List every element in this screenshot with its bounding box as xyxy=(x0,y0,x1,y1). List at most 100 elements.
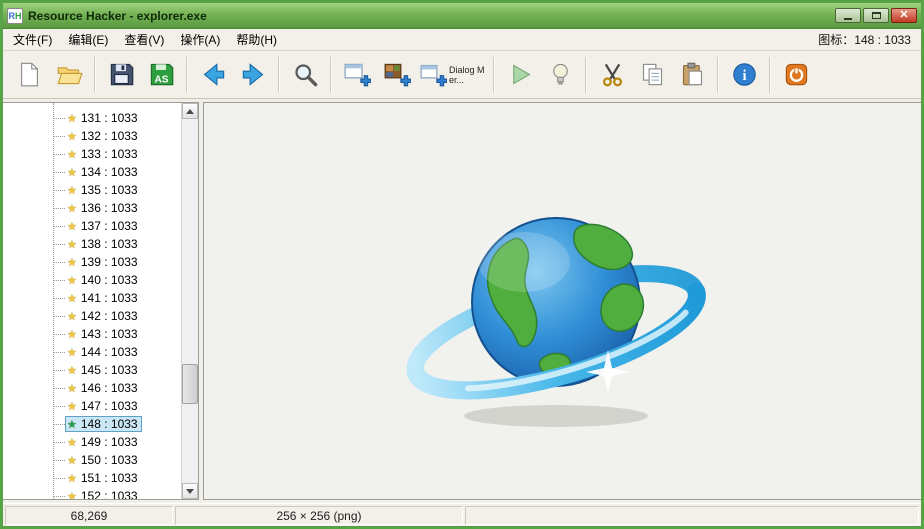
add-dialog-button[interactable] xyxy=(337,54,377,96)
paste-icon xyxy=(679,61,706,88)
save-as-icon: AS xyxy=(148,61,175,88)
toolbar-separator xyxy=(493,57,495,93)
close-icon: ✕ xyxy=(899,10,908,21)
paste-button[interactable] xyxy=(672,54,712,96)
open-file-button[interactable] xyxy=(49,54,89,96)
tree-item[interactable]: ★139 : 1033 xyxy=(3,253,181,271)
menu-item[interactable]: 编辑(E) xyxy=(60,28,116,51)
tree-connector xyxy=(53,298,65,299)
star-icon: ★ xyxy=(67,311,77,323)
tree-connector xyxy=(53,244,65,245)
star-icon: ★ xyxy=(67,131,77,143)
tree-item[interactable]: ★150 : 1033 xyxy=(3,451,181,469)
tree-item[interactable]: ★136 : 1033 xyxy=(3,199,181,217)
toolbar-separator xyxy=(585,57,587,93)
close-button[interactable]: ✕ xyxy=(891,8,917,23)
info-button[interactable]: i xyxy=(724,54,764,96)
save-file-icon xyxy=(108,61,135,88)
menu-items: 文件(F)编辑(E)查看(V)操作(A)帮助(H) xyxy=(5,28,285,51)
tree-item[interactable]: ★138 : 1033 xyxy=(3,235,181,253)
tree-item[interactable]: ★140 : 1033 xyxy=(3,271,181,289)
menu-item[interactable]: 查看(V) xyxy=(116,28,172,51)
tree-item-label: 136 : 1033 xyxy=(81,201,138,215)
menu-item[interactable]: 帮助(H) xyxy=(228,28,285,51)
tree-item[interactable]: ★131 : 1033 xyxy=(3,109,181,127)
tree-item-label: 151 : 1033 xyxy=(81,471,138,485)
resource-preview-pane xyxy=(203,102,921,500)
tree-item-label: 132 : 1033 xyxy=(81,129,138,143)
maximize-button[interactable] xyxy=(863,8,889,23)
compile-script-button[interactable] xyxy=(500,54,540,96)
menu-item[interactable]: 文件(F) xyxy=(5,28,60,51)
tree-item[interactable]: ★135 : 1033 xyxy=(3,181,181,199)
tree-scrollbar[interactable] xyxy=(181,103,198,499)
star-icon: ★ xyxy=(67,455,77,467)
tree-item[interactable]: ★133 : 1033 xyxy=(3,145,181,163)
open-file-icon xyxy=(56,61,83,88)
scroll-down-button[interactable] xyxy=(182,483,198,499)
save-as-button[interactable]: AS xyxy=(141,54,181,96)
svg-text:i: i xyxy=(742,68,746,84)
star-icon: ★ xyxy=(67,437,77,449)
find-text-button[interactable] xyxy=(285,54,325,96)
cut-icon xyxy=(599,61,626,88)
toolbar-separator xyxy=(330,57,332,93)
tree-item-label: 146 : 1033 xyxy=(81,381,138,395)
new-file-button[interactable] xyxy=(9,54,49,96)
menu-item[interactable]: 操作(A) xyxy=(172,28,228,51)
status-bar: 68,269256 × 256 (png) xyxy=(3,503,921,526)
tree-item[interactable]: ★ 143 : 1033 xyxy=(3,325,181,343)
star-icon: ★ xyxy=(67,185,77,197)
tree-item[interactable]: ★144 : 1033 xyxy=(3,343,181,361)
view-source-button[interactable] xyxy=(540,54,580,96)
copy-button[interactable] xyxy=(632,54,672,96)
tree-item[interactable]: ★146 : 1033 xyxy=(3,379,181,397)
main-area: ★131 : 1033 ★ 132 : 1033 ★133 : 1033★134 : … xyxy=(3,102,921,500)
svg-text:AS: AS xyxy=(154,74,168,85)
toolbar-separator xyxy=(717,57,719,93)
tree-connector xyxy=(53,118,65,119)
tree-item[interactable]: ★147 : 1033 xyxy=(3,397,181,415)
cut-button[interactable] xyxy=(592,54,632,96)
arrow-down-icon xyxy=(186,489,194,494)
tree-item-label: 145 : 1033 xyxy=(81,363,138,377)
status-panel xyxy=(465,506,919,525)
tree-item[interactable]: ★149 : 1033 xyxy=(3,433,181,451)
tree-item[interactable]: ★134 : 1033 xyxy=(3,163,181,181)
minimize-button[interactable] xyxy=(835,8,861,23)
maximize-icon xyxy=(872,12,881,19)
window-title: Resource Hacker - explorer.exe xyxy=(28,9,835,23)
tree-item[interactable]: ★141 : 1033 xyxy=(3,289,181,307)
tree-item[interactable]: ★ 145 : 1033 xyxy=(3,361,181,379)
info-icon: i xyxy=(731,61,758,88)
tree-item-label: 143 : 1033 xyxy=(81,327,138,341)
tree-item[interactable]: ★142 : 1033 xyxy=(3,307,181,325)
add-bitmap-button[interactable] xyxy=(377,54,417,96)
tree-item-label: 138 : 1033 xyxy=(81,237,138,251)
star-icon: ★ xyxy=(67,329,77,341)
tree-item[interactable]: ★137 : 1033 xyxy=(3,217,181,235)
star-icon: ★ xyxy=(67,257,77,269)
copy-icon xyxy=(639,61,666,88)
exit-icon xyxy=(783,61,810,88)
star-icon: ★ xyxy=(67,491,77,499)
exit-button[interactable] xyxy=(776,54,816,96)
go-forward-button[interactable] xyxy=(233,54,273,96)
title-bar: RH Resource Hacker - explorer.exe ✕ xyxy=(3,3,921,29)
tree-item[interactable]: ★151 : 1033 xyxy=(3,469,181,487)
scroll-track[interactable] xyxy=(182,119,198,483)
add-bitmap-icon xyxy=(384,61,411,88)
tree-item[interactable]: ★148 : 1033 xyxy=(3,415,181,433)
resource-tree-panel: ★131 : 1033 ★ 132 : 1033 ★133 : 1033★134 : … xyxy=(3,102,199,500)
tree-connector xyxy=(53,316,65,317)
save-file-button[interactable] xyxy=(101,54,141,96)
tree-connector xyxy=(53,208,65,209)
tree-item[interactable]: ★152 : 1033 xyxy=(3,487,181,499)
star-icon: ★ xyxy=(67,365,77,377)
go-back-button[interactable] xyxy=(193,54,233,96)
dialog-merge-button[interactable]: Dialog Mer... xyxy=(417,54,488,96)
scroll-up-button[interactable] xyxy=(182,103,198,119)
scroll-thumb[interactable] xyxy=(182,364,198,404)
tree-connector xyxy=(53,478,65,479)
tree-item[interactable]: ★ 132 : 1033 xyxy=(3,127,181,145)
